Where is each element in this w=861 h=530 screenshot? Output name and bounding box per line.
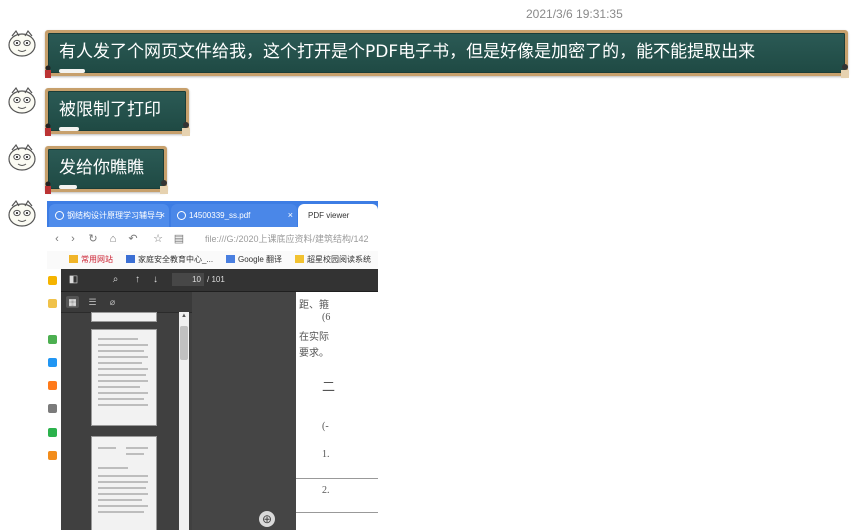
avatar-face-icon bbox=[8, 199, 36, 227]
page-heading: 二 bbox=[322, 379, 336, 394]
page-text-line: (- bbox=[322, 421, 329, 432]
chat-bubble[interactable]: 有人发了个网页文件给我，这个打开是个PDF电子书，但是好像是加密了的，能不能提取… bbox=[45, 33, 849, 78]
weibo-icon[interactable] bbox=[48, 451, 57, 460]
browser-tab-active[interactable]: PDF viewer bbox=[298, 204, 378, 227]
page-thumbnail[interactable] bbox=[91, 436, 157, 530]
browser-tab-bar: 钢结构设计原理学习辅导与 × 14500339_ss.pdf × PDF vie… bbox=[47, 201, 378, 227]
avatar[interactable] bbox=[6, 142, 38, 172]
student-figure-icon bbox=[182, 122, 190, 136]
student-figure-icon bbox=[160, 180, 168, 194]
star-bookmark-icon bbox=[295, 255, 304, 263]
close-icon[interactable]: × bbox=[160, 204, 165, 227]
favorites-icon[interactable] bbox=[48, 276, 57, 285]
scroll-thumb[interactable] bbox=[180, 326, 188, 360]
tab-label: 钢结构设计原理学习辅导与 bbox=[67, 211, 163, 220]
outline-view-icon[interactable]: ☰ bbox=[86, 296, 99, 308]
browser-tab[interactable]: 钢结构设计原理学习辅导与 × bbox=[49, 204, 169, 227]
undo-icon[interactable]: ↶ bbox=[127, 233, 139, 245]
address-bar[interactable]: file:///G:/2020上课底应资料/建筑结构/142 bbox=[205, 232, 369, 245]
image-icon[interactable] bbox=[48, 404, 57, 413]
forward-icon[interactable]: › bbox=[67, 233, 79, 245]
avatar[interactable] bbox=[6, 198, 38, 228]
avatar[interactable] bbox=[6, 28, 38, 58]
bookmark-icon bbox=[126, 255, 135, 263]
message-text: 发给你瞧瞧 bbox=[59, 158, 144, 178]
thumbnail-scrollbar[interactable]: ▲ bbox=[179, 312, 189, 530]
chat-bubble[interactable]: 被限制了打印 bbox=[45, 91, 190, 136]
tab-label: 14500339_ss.pdf bbox=[189, 211, 251, 220]
page-thumbnail[interactable] bbox=[91, 312, 157, 322]
message-text: 有人发了个网页文件给我，这个打开是个PDF电子书，但是好像是加密了的，能不能提取… bbox=[59, 42, 756, 62]
rss-icon[interactable] bbox=[48, 381, 57, 390]
browser-side-icons bbox=[47, 269, 61, 530]
thumbnail-toolbar: ▦ ☰ ⌀ bbox=[61, 292, 192, 313]
image-message[interactable]: 钢结构设计原理学习辅导与 × 14500339_ss.pdf × PDF vie… bbox=[47, 201, 378, 530]
pdf-viewer: ◧ ⌕ ↑ ↓ 10 / 101 ▦ ☰ ⌀ ▲ 距、箍 (6 在实际 要求。 … bbox=[61, 269, 378, 530]
pdf-toolbar: ◧ ⌕ ↑ ↓ 10 / 101 bbox=[61, 269, 378, 292]
browser-tab[interactable]: 14500339_ss.pdf × bbox=[171, 204, 297, 227]
table-rule bbox=[296, 478, 378, 479]
sidebar-toggle-icon[interactable]: ◧ bbox=[67, 273, 80, 286]
message-timestamp: 2021/3/6 19:31:35 bbox=[526, 7, 623, 21]
chalk-icon bbox=[59, 69, 85, 73]
pdf-page-area: 距、箍 (6 在实际 要求。 二 (- 1. 2. bbox=[192, 292, 378, 530]
avatar[interactable] bbox=[6, 85, 38, 115]
page-down-icon[interactable]: ↓ bbox=[149, 273, 162, 286]
home-icon[interactable]: ⌂ bbox=[107, 233, 119, 245]
avatar-face-icon bbox=[8, 143, 36, 171]
page-text-line: 距、箍 bbox=[299, 300, 329, 311]
chat-bubble[interactable]: 发给你瞧瞧 bbox=[45, 149, 168, 194]
page-number-input[interactable]: 10 bbox=[172, 273, 204, 286]
thumbnail-panel: ▦ ☰ ⌀ ▲ bbox=[61, 292, 192, 530]
star-icon[interactable]: ☆ bbox=[152, 233, 164, 245]
chat-icon[interactable] bbox=[48, 358, 57, 367]
back-icon[interactable]: ‹ bbox=[51, 233, 63, 245]
page-total: / 101 bbox=[207, 275, 225, 284]
notes-icon[interactable] bbox=[48, 299, 57, 308]
search-icon[interactable]: ⌕ bbox=[109, 273, 122, 286]
reader-icon[interactable]: ▤ bbox=[173, 233, 185, 245]
translate-icon bbox=[226, 255, 235, 263]
folder-icon bbox=[69, 255, 78, 263]
table-rule bbox=[296, 512, 378, 513]
chalk-icon bbox=[59, 185, 77, 189]
page-text-line: 要求。 bbox=[299, 348, 329, 359]
page-text-line: 2. bbox=[322, 485, 330, 496]
wechat-icon[interactable] bbox=[48, 428, 57, 437]
close-icon[interactable]: × bbox=[288, 204, 293, 227]
avatar-face-icon bbox=[8, 29, 36, 57]
student-figure-icon bbox=[841, 64, 849, 78]
teacher-figure-icon bbox=[45, 123, 51, 136]
zoom-in-icon[interactable]: ⊕ bbox=[259, 511, 275, 527]
pdf-page: 距、箍 (6 在实际 要求。 二 (- 1. 2. bbox=[296, 292, 378, 530]
page-text-line: 在实际 bbox=[299, 332, 329, 343]
page-text-line: (6 bbox=[322, 312, 331, 323]
teacher-figure-icon bbox=[45, 181, 51, 194]
browser-nav-bar: ‹ › ↻ ⌂ ↶ ☆ ▤ file:///G:/2020上课底应资料/建筑结构… bbox=[47, 227, 378, 252]
chalk-icon bbox=[59, 127, 79, 131]
attachments-icon[interactable]: ⌀ bbox=[106, 296, 119, 308]
page-up-icon[interactable]: ↑ bbox=[131, 273, 144, 286]
page-text-line: 1. bbox=[322, 449, 330, 460]
refresh-green-icon[interactable] bbox=[48, 335, 57, 344]
scroll-up-icon[interactable]: ▲ bbox=[179, 313, 189, 319]
tab-favicon-icon bbox=[177, 211, 186, 220]
thumbnails-view-icon[interactable]: ▦ bbox=[66, 296, 79, 308]
message-text: 被限制了打印 bbox=[59, 100, 161, 120]
reload-icon[interactable]: ↻ bbox=[87, 233, 99, 245]
bookmark-item[interactable]: Google 翻译 bbox=[226, 254, 282, 266]
bookmarks-bar: 常用网站 家庭安全教育中心_... Google 翻译 超星校园阅读系统 bbox=[47, 251, 378, 270]
bookmark-item[interactable]: 家庭安全教育中心_... bbox=[126, 254, 213, 266]
page-thumbnail[interactable] bbox=[91, 329, 157, 426]
bookmark-item[interactable]: 超星校园阅读系统 bbox=[295, 254, 371, 266]
teacher-figure-icon bbox=[45, 65, 51, 78]
avatar-face-icon bbox=[8, 86, 36, 114]
bookmark-item[interactable]: 常用网站 bbox=[69, 254, 113, 266]
tab-label: PDF viewer bbox=[308, 211, 350, 220]
tab-favicon-icon bbox=[55, 211, 64, 220]
